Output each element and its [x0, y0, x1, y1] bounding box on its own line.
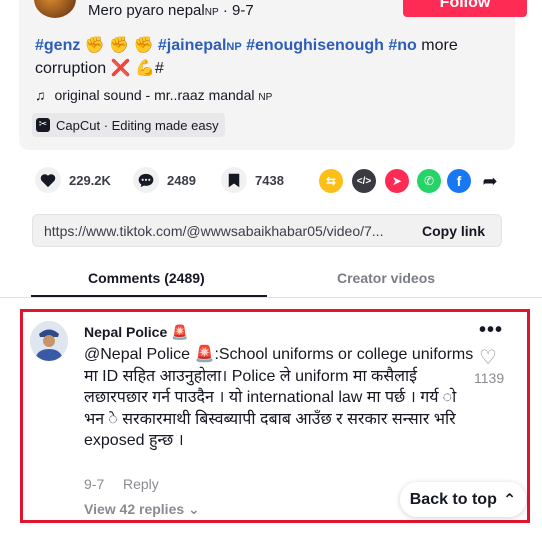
post-caption: #genz ✊ ✊ ✊ #jainepalNP #enoughisenough …: [35, 35, 475, 80]
author-suffix: NP: [204, 7, 219, 18]
comment-action[interactable]: 2489: [133, 167, 196, 193]
heart-icon[interactable]: [35, 167, 61, 193]
commenter-name[interactable]: Nepal Police 🚨: [84, 324, 189, 341]
comment-count: 2489: [167, 172, 196, 188]
sound-suffix: NP: [258, 92, 273, 103]
copy-link-button[interactable]: Copy link: [422, 223, 485, 239]
caption-emoji: ✊ ✊ ✊: [84, 37, 154, 54]
ellipsis-icon[interactable]: •••: [479, 320, 503, 340]
caption-emoji: ❌ 💪: [110, 60, 155, 77]
bookmark-icon[interactable]: [221, 167, 247, 193]
share-arrow-icon[interactable]: ➦: [478, 169, 502, 193]
like-count: 229.2K: [69, 172, 111, 188]
share-url-box: https://www.tiktok.com/@wwwsabaikhabar05…: [32, 214, 502, 247]
capcut-anchor[interactable]: ✂ CapCut · Editing made easy: [32, 113, 225, 137]
back-to-top-label: Back to top: [409, 490, 497, 508]
double-chevron-up-icon: ⌃: [502, 491, 517, 509]
view-replies-button[interactable]: View 42 replies ⌄: [84, 501, 200, 518]
like-action[interactable]: 229.2K: [35, 167, 111, 193]
music-note-icon: ♫: [35, 87, 46, 103]
follow-button[interactable]: Follow: [403, 0, 527, 17]
author-line[interactable]: Mero pyaro nepalNP · 9-7: [88, 2, 254, 19]
tab-comments[interactable]: Comments (2489): [88, 270, 205, 286]
heart-outline-icon[interactable]: ♡: [479, 345, 497, 370]
author-name[interactable]: Mero pyaro nepal: [88, 2, 205, 19]
reply-button[interactable]: Reply: [123, 476, 159, 492]
post-date: · 9-7: [222, 2, 254, 19]
sound-name: original sound - mr..raaz mandal: [54, 87, 255, 103]
capcut-icon: ✂: [36, 118, 50, 132]
whatsapp-icon[interactable]: ✆: [417, 169, 441, 193]
back-to-top-button[interactable]: Back to top ⌃: [400, 482, 526, 517]
comment-bubble-icon[interactable]: [133, 167, 159, 193]
save-action[interactable]: 7438: [221, 167, 284, 193]
embed-icon[interactable]: </>: [352, 169, 376, 193]
hashtag[interactable]: #jainepalNP: [158, 37, 242, 54]
repost-icon[interactable]: ⇆: [319, 169, 343, 193]
share-url: https://www.tiktok.com/@wwwsabaikhabar05…: [44, 223, 384, 239]
caption-more[interactable]: more: [421, 37, 457, 54]
capcut-label: CapCut · Editing made easy: [56, 117, 219, 133]
sound-link[interactable]: ♫ original sound - mr..raaz mandal NP: [35, 87, 272, 103]
commenter-avatar[interactable]: [30, 321, 68, 361]
comment-text: @Nepal Police 🚨:School uniforms or colle…: [84, 346, 474, 449]
send-icon[interactable]: ➤: [385, 169, 409, 193]
chevron-down-icon: ⌄: [188, 501, 200, 517]
hashtag[interactable]: #genz: [35, 37, 80, 54]
caption-text: corruption: [35, 60, 107, 77]
siren-icon: 🚨: [171, 324, 189, 340]
action-bar: 229.2K 2489 7438 ⇆ </> ➤ ✆ f ➦: [35, 167, 505, 197]
save-count: 7438: [255, 172, 284, 188]
facebook-icon[interactable]: f: [447, 169, 471, 193]
tab-creator-videos[interactable]: Creator videos: [337, 270, 435, 286]
hashtag[interactable]: #enoughisenough: [246, 37, 384, 54]
hashtag[interactable]: #no: [388, 37, 416, 54]
comment-like-count: 1139: [474, 370, 505, 386]
tab-divider: [0, 297, 542, 298]
comment-date: 9-7: [84, 476, 105, 492]
caption-hash: #: [154, 60, 164, 77]
